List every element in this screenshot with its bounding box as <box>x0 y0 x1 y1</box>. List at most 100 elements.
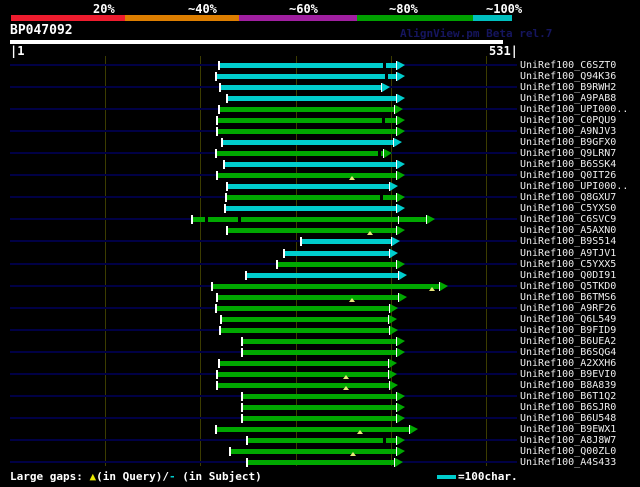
alignment-start-tick <box>224 204 226 213</box>
alignment-bar[interactable] <box>213 284 439 289</box>
alignment-bar[interactable] <box>243 339 396 344</box>
hit-label[interactable]: UniRef100_B8A839 <box>520 381 616 391</box>
alignment-bar[interactable] <box>220 63 396 68</box>
alignview-screenshot: 20% ~40% ~60% ~80% ~100% BP047092 AlignView.… <box>0 0 640 487</box>
alignment-bar[interactable] <box>221 328 389 333</box>
hit-label[interactable]: UniRef100_C6SVC9 <box>520 215 616 225</box>
alignment-bar[interactable] <box>247 273 398 278</box>
hit-label[interactable]: UniRef100_C6SZT0 <box>520 61 616 71</box>
hit-label[interactable]: UniRef100_C5YXS0 <box>520 204 616 214</box>
segment-boundary-tick <box>398 216 399 224</box>
hit-label[interactable]: UniRef100_A9TJV1 <box>520 249 616 259</box>
hit-label[interactable]: UniRef100_B9GFX0 <box>520 138 616 148</box>
query-gap-marker <box>343 386 349 390</box>
hit-label[interactable]: UniRef100_A2XXH6 <box>520 359 616 369</box>
hit-label[interactable]: UniRef100_Q6L549 <box>520 315 616 325</box>
hit-label[interactable]: UniRef100_C5YXX5 <box>520 260 616 270</box>
hit-label[interactable]: UniRef100_Q9LRN7 <box>520 149 616 159</box>
arrowhead-icon <box>397 193 405 202</box>
hit-label[interactable]: UniRef100_Q8GXU7 <box>520 193 616 203</box>
scale-unit-swatch <box>437 475 456 479</box>
hit-label[interactable]: UniRef100_B6T1Q2 <box>520 392 616 402</box>
alignment-bar[interactable] <box>243 416 396 421</box>
alignment-bar[interactable] <box>220 107 394 112</box>
query-gap-marker <box>343 375 349 379</box>
hit-label[interactable]: UniRef100_B9RWH2 <box>520 83 616 93</box>
hit-label[interactable]: UniRef100_B9S514 <box>520 237 616 247</box>
alignment-bar[interactable] <box>226 206 396 211</box>
alignment-bar[interactable] <box>218 295 398 300</box>
hit-label[interactable]: UniRef100_B6TMS6 <box>520 293 616 303</box>
alignment-bar[interactable] <box>248 460 394 465</box>
alignment-bar[interactable] <box>222 317 388 322</box>
hit-label[interactable]: UniRef100_A9PAB8 <box>520 94 616 104</box>
alignment-start-tick <box>215 149 217 158</box>
arrowhead-icon <box>440 282 448 291</box>
arrowhead-icon <box>389 370 397 379</box>
alignment-bar[interactable] <box>218 173 396 178</box>
hit-label[interactable]: UniRef100_Q0DI91 <box>520 271 616 281</box>
hit-label[interactable]: UniRef100_B9EVI0 <box>520 370 616 380</box>
hit-label[interactable]: UniRef100_Q5TKD0 <box>520 282 616 292</box>
alignment-bar[interactable] <box>217 74 396 79</box>
hit-label[interactable]: UniRef100_A4S433 <box>520 458 616 468</box>
alignment-start-tick <box>241 403 243 412</box>
hit-label[interactable]: UniRef100_B6SSK4 <box>520 160 616 170</box>
alignment-bar[interactable] <box>218 129 396 134</box>
gridline-100 <box>105 56 106 466</box>
hit-label[interactable]: UniRef100_B6U548 <box>520 414 616 424</box>
alignment-start-tick <box>216 381 218 390</box>
hit-label[interactable]: UniRef100_B9EWX1 <box>520 425 616 435</box>
hit-label[interactable]: UniRef100_C0PQU9 <box>520 116 616 126</box>
ruler-end-label: 531| <box>489 44 518 58</box>
alignment-bar[interactable] <box>228 96 396 101</box>
alignment-bar[interactable] <box>243 405 396 410</box>
hit-label[interactable]: UniRef100_UPI000.. <box>520 105 628 115</box>
alignment-bar[interactable] <box>218 383 389 388</box>
scale-segment-red <box>11 15 125 21</box>
alignment-start-tick <box>216 370 218 379</box>
alignment-bar[interactable] <box>217 306 389 311</box>
arrowhead-icon <box>397 348 405 357</box>
alignment-bar[interactable] <box>193 217 426 222</box>
alignment-bar[interactable] <box>218 372 388 377</box>
arrowhead-icon <box>390 182 398 191</box>
hit-label[interactable]: UniRef100_Q0IT26 <box>520 171 616 181</box>
hit-label[interactable]: UniRef100_A5AXN0 <box>520 226 616 236</box>
hit-label[interactable]: UniRef100_UPI000.. <box>520 182 628 192</box>
subject-gap-dash <box>380 195 383 200</box>
alignment-bar[interactable] <box>228 184 389 189</box>
alignment-bar[interactable] <box>221 85 381 90</box>
alignment-bar[interactable] <box>227 195 396 200</box>
alignment-bar[interactable] <box>217 151 383 156</box>
alignment-start-tick <box>223 160 225 169</box>
hit-label[interactable]: UniRef100_B6SJR0 <box>520 403 616 413</box>
hit-label[interactable]: UniRef100_B9FID9 <box>520 326 616 336</box>
alignment-bar[interactable] <box>223 140 393 145</box>
alignment-bar[interactable] <box>243 350 396 355</box>
hit-label[interactable]: UniRef100_A8J8W7 <box>520 436 616 446</box>
alignment-bar[interactable] <box>248 438 396 443</box>
hit-label[interactable]: UniRef100_A9NJV3 <box>520 127 616 137</box>
alignment-start-tick <box>241 414 243 423</box>
alignment-bar[interactable] <box>225 162 396 167</box>
hit-label[interactable]: UniRef100_Q00ZL0 <box>520 447 616 457</box>
legend-prefix: Large gaps: <box>10 470 90 483</box>
alignment-bar[interactable] <box>218 118 396 123</box>
alignment-bar[interactable] <box>231 449 396 454</box>
alignment-start-tick <box>215 304 217 313</box>
alignment-bar[interactable] <box>285 251 389 256</box>
alignment-bar[interactable] <box>217 427 409 432</box>
alignment-bar[interactable] <box>220 361 388 366</box>
alignment-bar[interactable] <box>278 262 396 267</box>
arrowhead-icon <box>389 315 397 324</box>
hit-label[interactable]: UniRef100_B6SQG4 <box>520 348 616 358</box>
hit-label[interactable]: UniRef100_B6UEA2 <box>520 337 616 347</box>
query-gap-marker <box>349 298 355 302</box>
alignment-bar[interactable] <box>243 394 396 399</box>
hit-label[interactable]: UniRef100_Q94K36 <box>520 72 616 82</box>
query-gap-marker <box>367 231 373 235</box>
hit-label[interactable]: UniRef100_A9RF26 <box>520 304 616 314</box>
subject-gap-legend-icon: - <box>168 470 176 483</box>
alignment-bar[interactable] <box>302 239 391 244</box>
